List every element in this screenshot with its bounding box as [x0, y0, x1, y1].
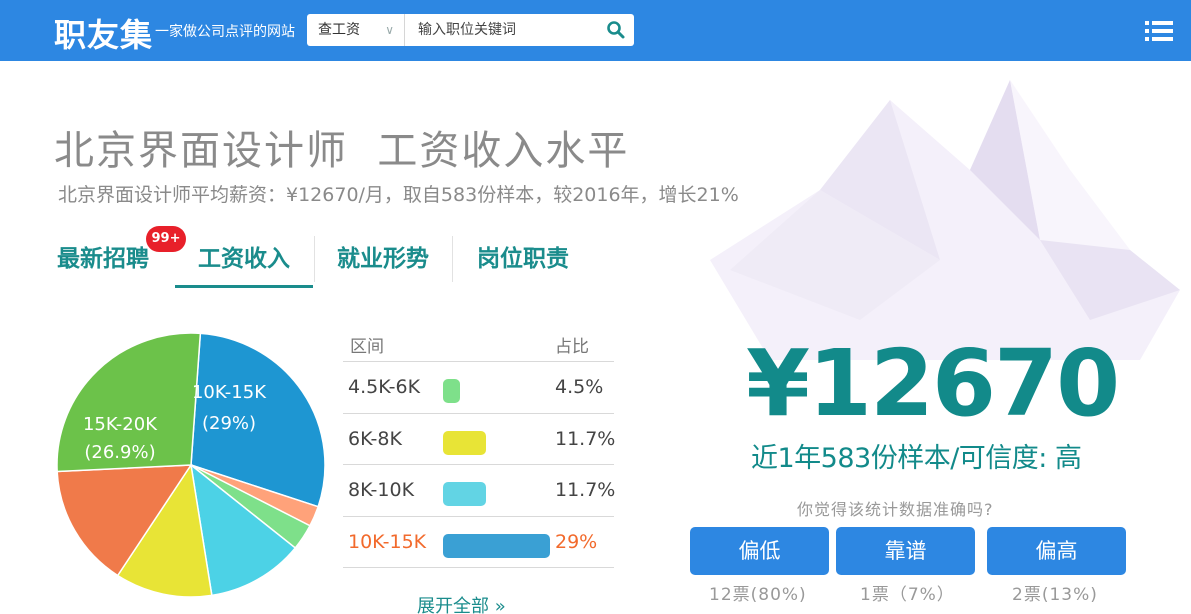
site-slogan: 一家做公司点评的网站 — [155, 24, 295, 40]
top-bar: 职友集 一家做公司点评的网站 查工资 ∨ — [0, 0, 1191, 61]
percent-bar — [443, 430, 487, 455]
expand-all-link[interactable]: 展开全部 » — [417, 592, 506, 614]
percent-bar — [443, 379, 460, 403]
tab-label: 工资收入 — [198, 246, 290, 272]
page-title: 北京界面设计师 工资收入水平 — [54, 128, 630, 174]
tab-employment[interactable]: 就业形势 — [323, 230, 443, 288]
salary-pie-chart: 10K-15K (29%) 15K-20K (26.9%) — [56, 332, 326, 598]
tab-label: 就业形势 — [337, 246, 429, 272]
column-header-percent: 占比 — [555, 337, 589, 357]
table-row-highlighted: 10K-15K 29% — [343, 517, 614, 568]
search-input[interactable] — [406, 14, 596, 46]
range-label: 6K-8K — [348, 427, 402, 450]
percent-bar — [443, 533, 550, 558]
percent-value: 11.7% — [555, 427, 616, 450]
chevron-down-icon: ∨ — [385, 23, 394, 37]
vote-low-count: 12票(80%) — [709, 585, 807, 605]
tab-divider — [452, 236, 453, 282]
mountain-illustration — [710, 80, 1180, 360]
vote-accurate-count: 1票（7%） — [860, 585, 955, 605]
vote-accurate-button[interactable]: 靠谱 — [836, 527, 975, 575]
percent-value: 29% — [555, 530, 598, 553]
tab-duties[interactable]: 岗位职责 — [463, 230, 583, 288]
pie-label-name: 15K-20K — [83, 414, 158, 435]
page-subtitle: 北京界面设计师平均薪资：¥12670/月，取自583份样本，较2016年，增长2… — [58, 184, 739, 206]
list-menu-icon[interactable] — [1145, 20, 1173, 42]
tab-label: 岗位职责 — [477, 246, 569, 272]
table-row: 6K-8K 11.7% — [343, 414, 616, 465]
percent-value: 4.5% — [555, 376, 604, 398]
sample-confidence: 近1年583份样本/可信度: 高 — [751, 443, 1082, 474]
table-row: 4.5K-6K 4.5% — [343, 362, 614, 414]
range-label: 10K-15K — [348, 530, 427, 553]
tab-label: 最新招聘 — [57, 246, 149, 272]
pie-label-name: 10K-15K — [192, 382, 267, 403]
search-bar: 查工资 ∨ — [307, 14, 634, 46]
column-header-range: 区间 — [350, 337, 384, 357]
table-row: 8K-10K 11.7% — [343, 465, 616, 517]
tab-divider — [314, 236, 315, 282]
site-logo[interactable]: 职友集 — [54, 10, 153, 56]
vote-low-button[interactable]: 偏低 — [690, 527, 829, 575]
table-header: 区间 占比 — [343, 326, 614, 362]
vote-high-button[interactable]: 偏高 — [987, 527, 1126, 575]
search-icon[interactable] — [606, 20, 626, 40]
salary-distribution-table: 区间 占比 4.5K-6K 4.5% 6K-8K 11.7% 8K-10K 11… — [343, 326, 616, 568]
vote-high-count: 2票(13%) — [1012, 585, 1098, 605]
pie-label-pct: (26.9%) — [84, 442, 155, 463]
search-type-label: 查工资 — [318, 22, 360, 38]
range-label: 8K-10K — [348, 479, 415, 501]
search-type-select[interactable]: 查工资 ∨ — [307, 14, 405, 46]
accuracy-question: 你觉得该统计数据准确吗? — [797, 500, 994, 519]
tab-salary[interactable]: 工资收入 — [175, 230, 313, 288]
range-label: 4.5K-6K — [348, 376, 421, 398]
percent-value: 11.7% — [555, 479, 616, 501]
average-salary: ¥12670 — [746, 330, 1120, 437]
percent-bar — [443, 482, 487, 506]
pie-label-pct: (29%) — [202, 413, 256, 434]
